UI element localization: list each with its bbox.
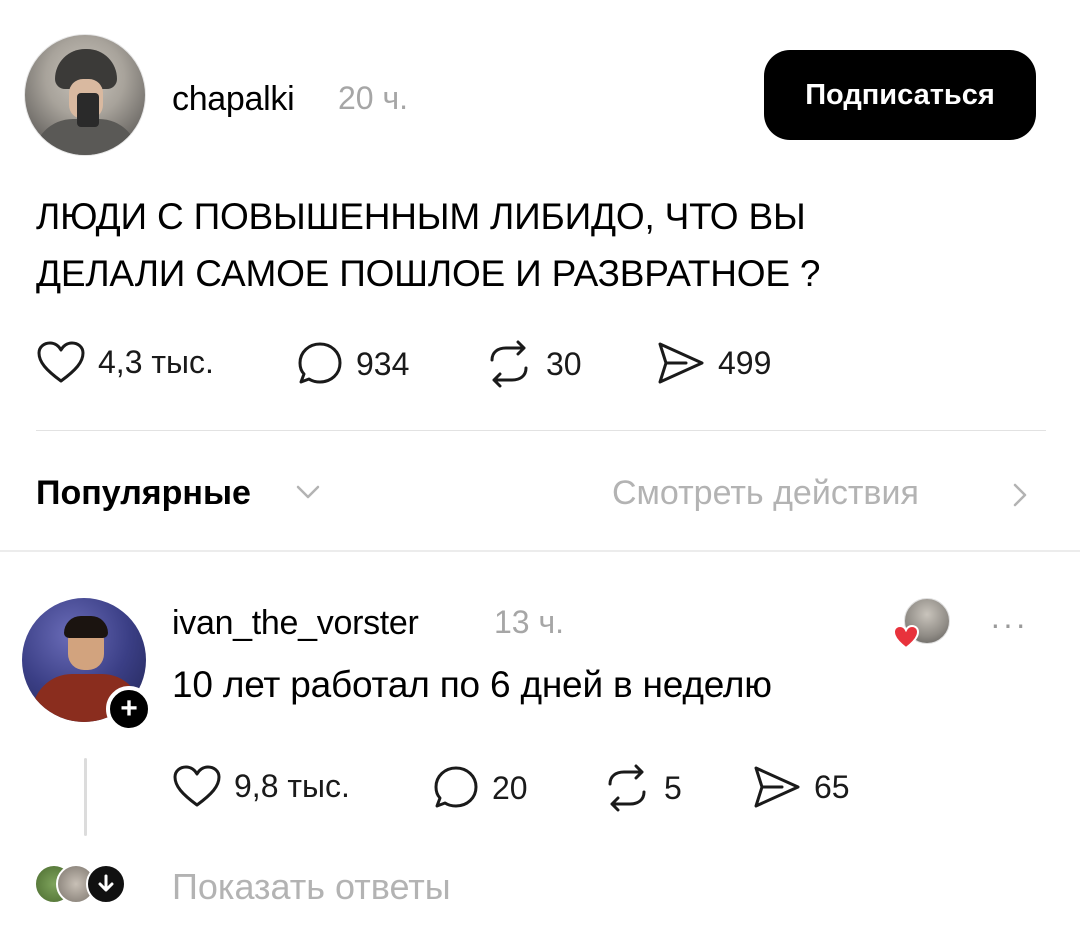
comment-count: 934 [356, 345, 410, 382]
reply-share-count: 65 [814, 768, 850, 805]
more-options-button[interactable]: ··· [990, 606, 1028, 643]
send-icon [658, 342, 704, 384]
reply-like-button[interactable]: 9,8 тыс. [172, 764, 350, 808]
post-author-username[interactable]: chapalki [172, 80, 295, 119]
arrow-down-icon [86, 864, 126, 904]
repost-button[interactable]: 30 [484, 340, 582, 388]
show-replies-link[interactable]: Показать ответы [172, 866, 451, 908]
heart-icon [37, 341, 85, 383]
plus-icon[interactable]: + [106, 686, 152, 732]
repost-icon [490, 340, 528, 388]
divider [36, 430, 1046, 431]
share-count: 499 [718, 344, 772, 381]
heart-icon [892, 624, 920, 650]
thread-line [84, 758, 87, 836]
reply-text: 10 лет работал по 6 дней в неделю [172, 664, 772, 705]
comment-bubble-icon [298, 342, 342, 384]
reply-comment-button[interactable]: 20 [432, 764, 528, 812]
share-button[interactable]: 499 [656, 340, 771, 386]
post-timestamp: 20 ч. [338, 80, 409, 116]
repost-count: 30 [546, 345, 582, 382]
post-text: ЛЮДИ С ПОВЫШЕННЫМ ЛИБИДО, ЧТО ВЫ ДЕЛАЛИ … [36, 188, 1036, 302]
chevron-right-icon[interactable] [1010, 480, 1030, 510]
section-divider [0, 550, 1080, 552]
reply-repost-count: 5 [664, 769, 682, 806]
follow-button[interactable]: Подписаться [764, 50, 1036, 140]
comment-button[interactable]: 934 [296, 340, 409, 388]
sort-dropdown[interactable]: Популярные [36, 474, 251, 513]
post-text-line: ЛЮДИ С ПОВЫШЕННЫМ ЛИБИДО, ЧТО ВЫ [36, 196, 806, 237]
repost-icon [608, 764, 646, 812]
reply-author-username[interactable]: ivan_the_vorster [172, 604, 419, 643]
reply-repost-button[interactable]: 5 [602, 764, 682, 812]
replier-avatars[interactable] [34, 864, 134, 908]
send-icon [754, 766, 800, 808]
post-author-avatar[interactable] [24, 34, 146, 156]
reply-timestamp: 13 ч. [494, 604, 565, 640]
heart-icon [173, 765, 221, 807]
reply-comment-count: 20 [492, 769, 528, 806]
comment-bubble-icon [434, 766, 478, 808]
reply-like-count: 9,8 тыс. [234, 767, 350, 804]
like-button[interactable]: 4,3 тыс. [36, 340, 214, 384]
like-count: 4,3 тыс. [98, 343, 214, 380]
post-text-line: ДЕЛАЛИ САМОЕ ПОШЛОЕ И РАЗВРАТНОЕ ? [36, 253, 821, 294]
reply-share-button[interactable]: 65 [752, 764, 850, 810]
view-actions-link[interactable]: Смотреть действия [612, 474, 919, 513]
chevron-down-icon[interactable] [294, 482, 322, 502]
